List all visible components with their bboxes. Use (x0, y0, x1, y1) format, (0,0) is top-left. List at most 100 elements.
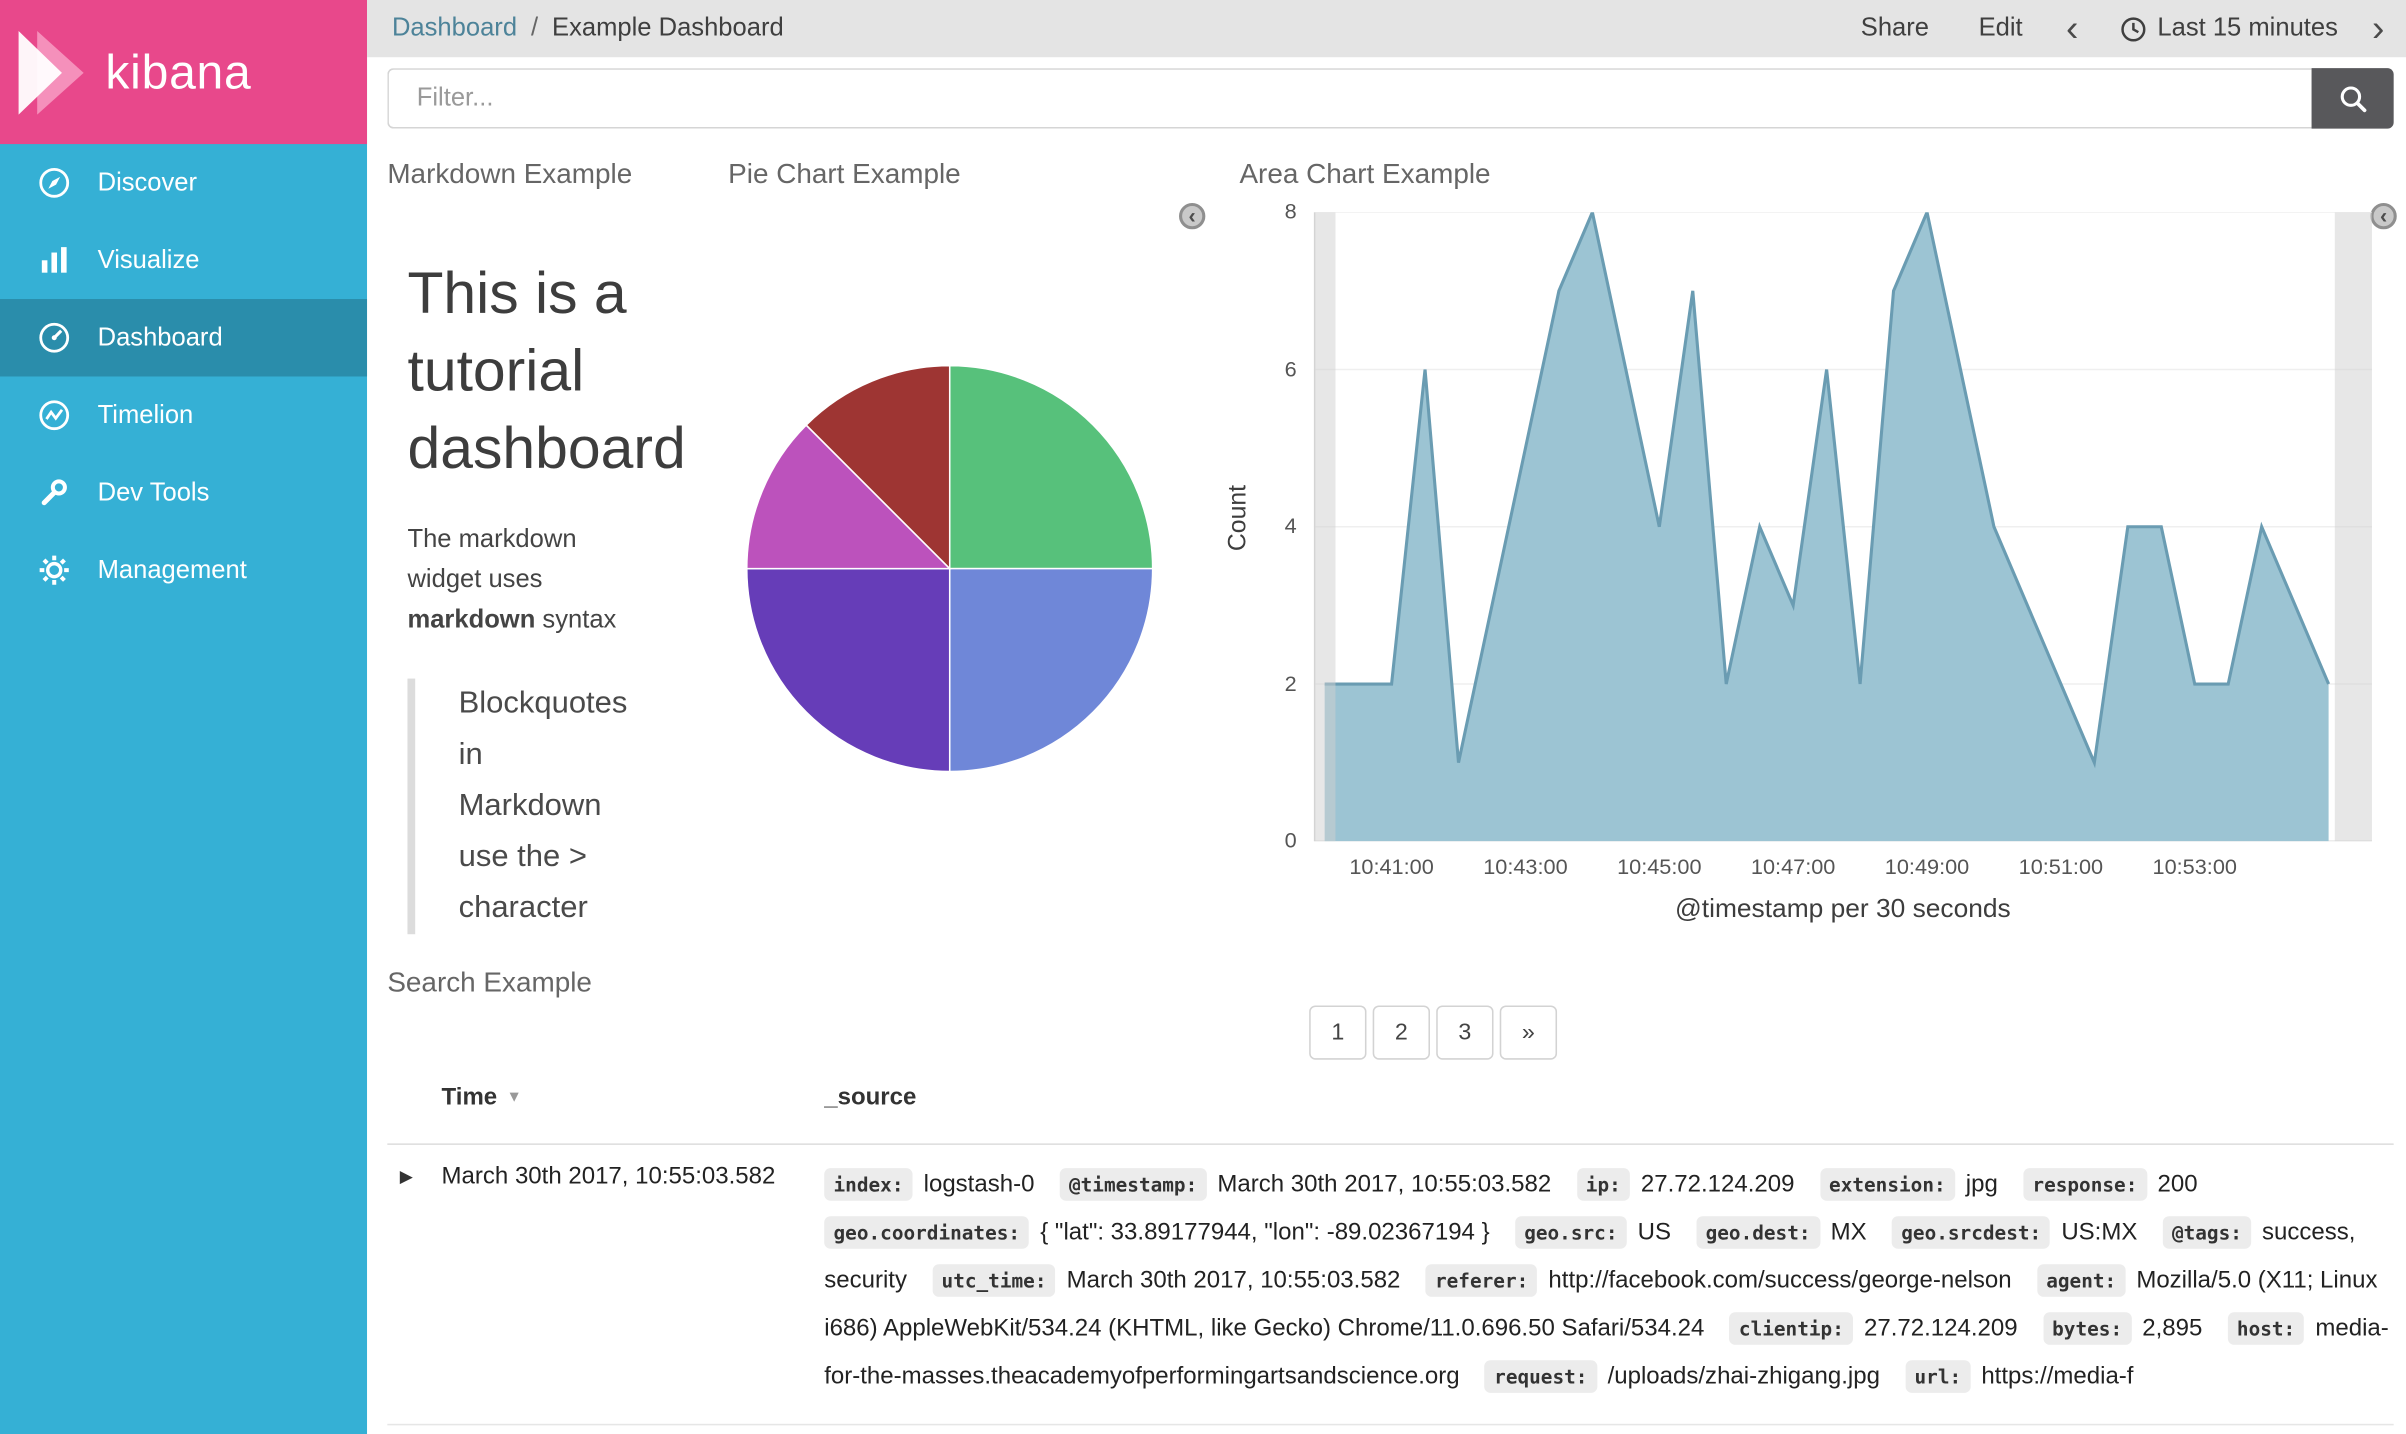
sidebar-item-management[interactable]: Management (0, 531, 367, 608)
sidebar: kibana Discover Visualize Dashboard Time… (0, 0, 368, 1434)
bar-chart-icon (37, 243, 71, 277)
area-plot[interactable] (1313, 212, 2372, 842)
field-key-badge: clientip: (1729, 1312, 1854, 1345)
x-tick-label: 10:47:00 (1750, 853, 1836, 879)
x-axis-title: @timestamp per 30 seconds (1675, 893, 2011, 924)
field-value: /uploads/zhai-zhigang.jpg (1607, 1363, 1880, 1390)
dashboard-grid: Markdown Example Pie Chart Example Area … (367, 139, 2406, 1434)
edit-button[interactable]: Edit (1979, 14, 2023, 43)
page-3-button[interactable]: 3 (1436, 1005, 1494, 1060)
field-key-badge: @timestamp: (1059, 1168, 1207, 1201)
field-key-badge: url: (1905, 1360, 1971, 1393)
x-tick-label: 10:43:00 (1483, 853, 1568, 879)
field-key-badge: ip: (1576, 1168, 1631, 1201)
panel-collapse-icon[interactable]: ‹ (1179, 202, 1206, 230)
expand-row-icon[interactable]: ▶ (400, 1167, 413, 1187)
field-key-badge: geo.srcdest: (1891, 1216, 2051, 1249)
field-value: US (1637, 1219, 1672, 1246)
field-value: https://media-f (1981, 1363, 2134, 1390)
sort-desc-icon: ▼ (506, 1089, 522, 1107)
x-tick-label: 10:41:00 (1349, 853, 1434, 879)
time-forward-chevron-icon[interactable]: › (2372, 9, 2384, 47)
kibana-logo[interactable]: kibana (0, 0, 368, 145)
field-value: http://facebook.com/success/george-nelso… (1548, 1267, 2012, 1294)
sidebar-item-timelion[interactable]: Timelion (0, 376, 367, 453)
gauge-icon (37, 321, 71, 355)
field-key-badge: agent: (2036, 1264, 2126, 1297)
breadcrumb-separator: / (530, 13, 539, 42)
x-tick-label: 10:51:00 (2018, 853, 2104, 879)
sidebar-nav: Discover Visualize Dashboard Timelion De… (0, 144, 368, 609)
field-value: 27.72.124.209 (1864, 1315, 2018, 1342)
kibana-logo-mark (18, 30, 84, 114)
gear-icon (37, 553, 71, 587)
timepicker-button[interactable]: Last 15 minutes (2119, 14, 2338, 43)
field-value: 2,895 (2142, 1315, 2203, 1342)
markdown-panel-title: Markdown Example (387, 158, 633, 190)
sidebar-item-label: Timelion (97, 400, 194, 429)
time-back-chevron-icon[interactable]: ‹ (2066, 9, 2078, 47)
top-navbar: Dashboard / Example Dashboard Share Edit… (367, 0, 2406, 58)
x-tick-label: 10:53:00 (2152, 853, 2237, 879)
time-range-label: Last 15 minutes (2157, 13, 2338, 42)
area-panel-title: Area Chart Example (1239, 158, 1491, 190)
field-value: March 30th 2017, 10:55:03.582 (1066, 1267, 1401, 1294)
compass-icon (37, 166, 71, 200)
time-column-header[interactable]: Time ▼ (442, 1085, 522, 1113)
table-row: ▶ March 30th 2017, 10:55:03.582 index: logs… (387, 1145, 2394, 1426)
field-key-badge: @tags: (2162, 1216, 2252, 1249)
page-2-button[interactable]: 2 (1372, 1005, 1431, 1060)
y-axis-title: Count (1225, 484, 1252, 552)
source-cell: index: logstash-0 @timestamp: March 30th 2… (824, 1145, 2393, 1424)
y-tick-label: 0 (1284, 827, 1297, 853)
search-table-rows: ▶ March 30th 2017, 10:55:03.582 index: logs… (387, 1145, 2394, 1434)
sidebar-item-discover[interactable]: Discover (0, 144, 367, 221)
pie-slice[interactable] (948, 567, 1154, 773)
pie-slice[interactable] (948, 364, 1154, 570)
field-value: { "lat": 33.89177944, "lon": -89.0236719… (1040, 1219, 1490, 1246)
field-value: MX (1830, 1219, 1867, 1246)
markdown-paragraph: The markdown widget uses markdown syntax (407, 525, 617, 634)
sidebar-item-label: Dashboard (97, 323, 223, 351)
filter-bar (367, 57, 2406, 140)
share-button[interactable]: Share (1861, 14, 1929, 43)
search-button[interactable] (2311, 68, 2394, 129)
sidebar-item-label: Dev Tools (97, 477, 210, 506)
filter-input[interactable] (387, 68, 2312, 129)
markdown-heading: This is a tutorial dashboard (407, 261, 686, 482)
wrench-icon (37, 476, 71, 510)
left-endzone (1313, 212, 1336, 842)
time-cell: March 30th 2017, 10:55:03.582 (441, 1163, 776, 1190)
field-key-badge: index: (824, 1168, 913, 1201)
table-row: ▶March 30th 2017, 10:55:01.480index:logs… (387, 1425, 2393, 1434)
sidebar-item-label: Management (97, 555, 247, 584)
magnifier-icon (2339, 85, 2366, 112)
pie-slice[interactable] (745, 567, 951, 773)
right-endzone (2334, 212, 2372, 842)
pie-chart[interactable] (741, 359, 1159, 777)
next-page-button[interactable]: » (1499, 1005, 1558, 1060)
source-column-header: _source (824, 1084, 917, 1111)
search-pagination: 1 2 3 » (1309, 1005, 1563, 1060)
x-tick-label: 10:49:00 (1884, 853, 1970, 879)
markdown-blockquote: Blockquotes in Markdown use the > charac… (407, 678, 633, 935)
field-key-badge: extension: (1819, 1168, 1955, 1201)
timelion-icon (37, 398, 71, 432)
sidebar-item-dev-tools[interactable]: Dev Tools (0, 454, 367, 531)
kibana-app: kibana Discover Visualize Dashboard Time… (0, 0, 2406, 1434)
page-1-button[interactable]: 1 (1309, 1005, 1367, 1060)
source-cell: index:logstash-0 @timestamp:March 30th 2… (824, 1425, 2393, 1434)
field-value: jpg (1965, 1171, 1998, 1198)
sidebar-item-label: Visualize (97, 245, 200, 274)
field-value: US:MX (2061, 1219, 2138, 1246)
sidebar-item-dashboard[interactable]: Dashboard (0, 299, 368, 377)
field-key-badge: host: (2227, 1312, 2305, 1345)
field-key-badge: bytes: (2042, 1312, 2132, 1345)
breadcrumb-dashboard-link[interactable]: Dashboard (392, 14, 517, 43)
field-key-badge: request: (1484, 1360, 1597, 1393)
field-value: logstash-0 (923, 1171, 1035, 1198)
sidebar-item-visualize[interactable]: Visualize (0, 222, 367, 299)
pie-panel-title: Pie Chart Example (728, 158, 961, 190)
y-tick-label: 8 (1284, 198, 1297, 224)
field-key-badge: geo.dest: (1696, 1216, 1820, 1249)
